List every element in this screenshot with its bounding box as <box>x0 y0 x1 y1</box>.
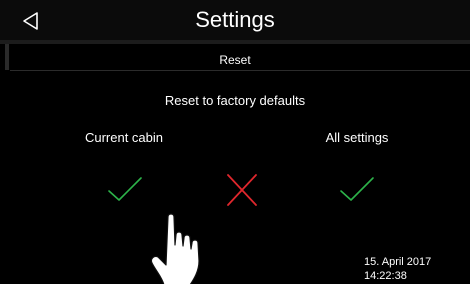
section-title: Reset <box>219 53 251 67</box>
option-label-all-settings: All settings <box>325 130 389 145</box>
confirm-current-cabin-check-icon[interactable] <box>105 170 145 210</box>
reset-question: Reset to factory defaults <box>164 93 306 108</box>
date-label: 15. April 2017 <box>364 256 432 268</box>
title-bar: Settings <box>0 0 470 40</box>
divider <box>0 40 470 44</box>
date-time: 15. April 2017 14:22:38 <box>364 255 431 283</box>
page-title: Settings <box>195 7 275 32</box>
pointing-hand-icon <box>150 213 200 284</box>
cancel-x-icon[interactable] <box>222 170 262 210</box>
option-label-current-cabin: Current cabin <box>84 130 164 145</box>
confirm-all-settings-check-icon[interactable] <box>337 170 377 210</box>
time-label: 14:22:38 <box>364 270 407 282</box>
divider <box>10 70 470 71</box>
